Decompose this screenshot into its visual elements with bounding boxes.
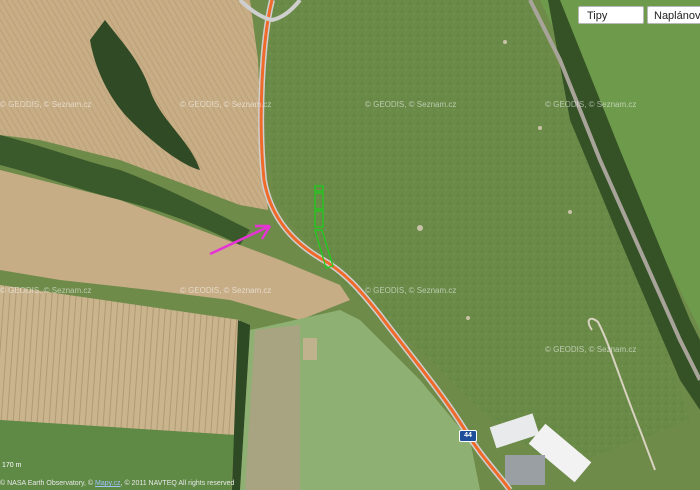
hay-bale <box>538 126 542 130</box>
map-scale: 170 m <box>2 462 22 469</box>
building-lot <box>505 455 545 485</box>
hay-bale <box>503 40 507 44</box>
mapy-link[interactable]: Mapy.cz <box>95 480 121 487</box>
hay-stack <box>303 338 317 360</box>
tips-button[interactable]: Tipy <box>578 6 644 24</box>
road-number-shield: 44 <box>459 430 477 442</box>
hay-bale <box>417 225 423 231</box>
hay-bale <box>568 210 572 214</box>
map-copyright: © NASA Earth Observatory, © Mapy.cz, © 2… <box>0 480 234 487</box>
copyright-suffix: , © 2011 NAVTEQ All rights reserved <box>120 480 235 487</box>
hay-bale <box>466 316 470 320</box>
plan-button[interactable]: Naplánovat <box>647 6 700 24</box>
map-canvas[interactable] <box>0 0 700 490</box>
copyright-prefix: © NASA Earth Observatory, © <box>0 480 94 487</box>
